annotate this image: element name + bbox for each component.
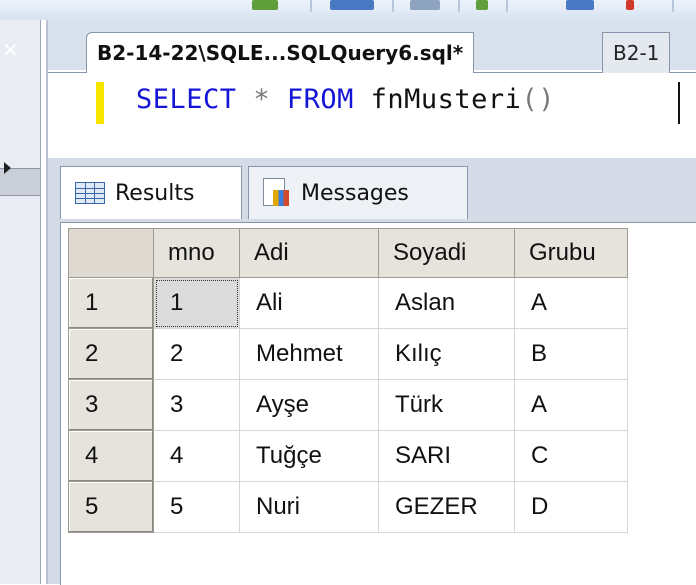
grid-cell[interactable]: A [514,277,628,329]
row-number[interactable]: 5 [68,481,154,533]
table-row: 1 1 Ali Aslan A [68,277,628,329]
grid-cell[interactable]: Kılıç [378,328,515,380]
toolbar-separator [392,0,394,12]
messages-icon-chart [273,190,289,206]
grid-header-row: mno Adi Soyadi Grubu [68,228,628,278]
grid-cell[interactable]: A [514,379,628,431]
toolbar-separator [458,0,460,12]
grid-cell[interactable]: SARI [378,430,515,482]
grid-cell[interactable]: Nuri [239,481,379,533]
column-header[interactable]: Adi [239,228,379,278]
table-row: 4 4 Tuğçe SARI C [68,430,628,482]
column-header[interactable]: Grubu [514,228,628,278]
toolbar-separator [506,0,508,12]
column-header[interactable]: mno [153,228,240,278]
grid-cell[interactable]: Mehmet [239,328,379,380]
expand-arrow-icon[interactable] [4,162,11,174]
text-caret [678,82,680,124]
grid-cell[interactable]: GEZER [378,481,515,533]
tab-results[interactable]: Results [60,166,242,219]
sql-keyword: FROM [286,84,354,115]
sql-keyword: SELECT [136,84,237,115]
row-number[interactable]: 4 [68,430,154,482]
toolbar-button-icon[interactable] [626,0,634,10]
grid-cell[interactable]: Ali [239,277,379,329]
row-number[interactable]: 2 [68,328,154,380]
sql-parens: () [521,84,555,115]
table-row: 3 3 Ayşe Türk A [68,379,628,431]
row-number[interactable]: 3 [68,379,154,431]
toolbar [0,0,696,20]
grid-cell[interactable]: B [514,328,628,380]
toolbar-separator [310,0,312,12]
row-number[interactable]: 1 [68,277,154,329]
toolbar-button-icon[interactable] [252,0,278,10]
results-grid: mno Adi Soyadi Grubu 1 1 Ali Aslan A 2 2… [68,228,628,533]
tab-messages[interactable]: Messages [248,166,468,219]
table-row: 2 2 Mehmet Kılıç B [68,328,628,380]
sql-operator: * [253,84,271,115]
grid-corner-cell[interactable] [68,228,154,278]
document-tab-inactive[interactable]: B2-1 [602,32,671,73]
toolbar-button-icon[interactable] [410,0,440,10]
grid-cell[interactable]: Aslan [378,277,515,329]
grid-cell[interactable]: C [514,430,628,482]
messages-icon [261,178,291,208]
toolbar-separator [672,0,674,12]
toolbar-button-icon[interactable] [476,0,488,10]
grid-cell[interactable]: Tuğçe [239,430,379,482]
grid-cell[interactable]: Türk [378,379,515,431]
toolbar-button-icon[interactable] [566,0,594,10]
sql-function-name: fnMusteri [370,84,522,115]
document-tab-active[interactable]: B2-14-22\SQLE...SQLQuery6.sql* [86,32,475,73]
grid-icon [75,182,105,204]
tab-results-label: Results [115,180,195,206]
grid-cell-selected[interactable]: 1 [153,277,240,329]
grid-cell[interactable]: 4 [153,430,240,482]
grid-cell[interactable]: 5 [153,481,240,533]
change-marker [96,82,104,124]
table-row: 5 5 Nuri GEZER D [68,481,628,533]
toolbar-button-icon[interactable] [330,0,374,10]
grid-cell[interactable]: 2 [153,328,240,380]
column-header[interactable]: Soyadi [378,228,515,278]
grid-cell[interactable]: 3 [153,379,240,431]
tab-messages-label: Messages [301,180,409,206]
left-pane-overlay [0,20,40,584]
sql-code-line[interactable]: SELECT * FROM fnMusteri() [136,84,555,115]
grid-cell[interactable]: D [514,481,628,533]
grid-cell[interactable]: Ayşe [239,379,379,431]
